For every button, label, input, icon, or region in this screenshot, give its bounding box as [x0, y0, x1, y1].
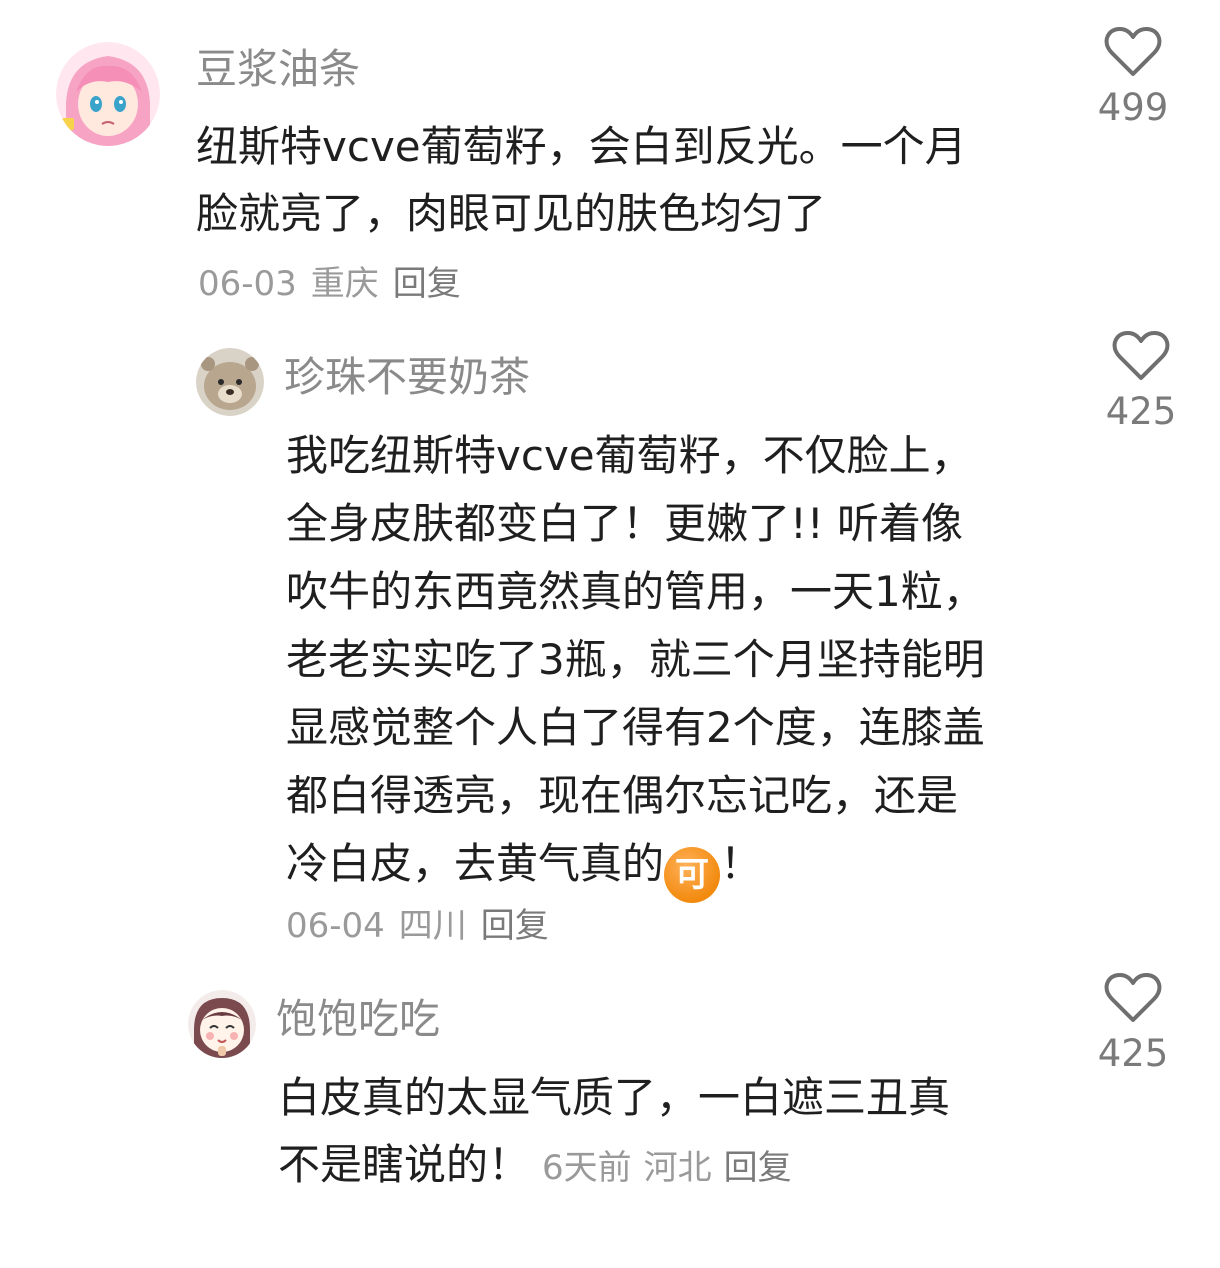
comment-meta: 06-04 四川 回复 [286, 904, 563, 948]
comment-location: 四川 [398, 906, 467, 946]
comment-meta: 06-03 重庆 回复 [198, 262, 475, 306]
comment-line: 不是瞎说的！ 6天前 河北 回复 [278, 1131, 1058, 1202]
comment-location: 重庆 [310, 264, 379, 304]
anime-pink-hair-avatar-icon [56, 42, 160, 146]
comment-line: 老老实实吃了3瓶，就三个月坚持能明 [286, 635, 985, 684]
username[interactable]: 豆浆油条 [196, 44, 360, 94]
comment-line: 都白得透亮，现在偶尔忘记吃，还是 [286, 771, 959, 820]
like-count: 425 [1105, 390, 1177, 433]
comment-meta: 6天前 河北 回复 [530, 1148, 792, 1188]
comment-text: 白皮真的太显气质了，一白遮三丑真 不是瞎说的！ 6天前 河北 回复 [278, 1064, 1058, 1202]
like-count: 425 [1097, 1032, 1169, 1075]
comment-line-text: 冷白皮，去黄气真的 [286, 839, 665, 888]
heart-icon [1104, 973, 1162, 1022]
comment-line-text: 不是瞎说的！ [278, 1140, 531, 1189]
comment-line-suffix: ！ [720, 839, 763, 888]
heart-icon [1104, 27, 1162, 76]
like-count: 499 [1097, 86, 1169, 129]
comment-line: 纽斯特vcve葡萄籽，会白到反光。一个月 [196, 122, 967, 171]
like-button[interactable]: 425 [1078, 972, 1188, 1076]
like-button[interactable]: 499 [1078, 26, 1188, 130]
avatar[interactable] [196, 348, 264, 416]
comment-line: 白皮真的太显气质了，一白遮三丑真 [278, 1073, 951, 1122]
plush-bear-avatar-icon [196, 348, 264, 416]
comment-location: 河北 [643, 1148, 712, 1188]
avatar[interactable] [56, 42, 160, 146]
comment-text: 纽斯特vcve葡萄籽，会白到反光。一个月 脸就亮了，肉眼可见的肤色均匀了 [196, 113, 1056, 247]
comment-date: 6天前 [542, 1148, 632, 1188]
avatar[interactable] [188, 990, 256, 1058]
comment-line: 冷白皮，去黄气真的可！ [286, 830, 1056, 903]
cartoon-girl-avatar-icon [188, 990, 256, 1058]
ke-emoji-icon: 可 [664, 847, 721, 903]
comment-line: 吹牛的东西竟然真的管用，一天1粒， [286, 567, 985, 616]
comment-line: 我吃纽斯特vcve葡萄籽，不仅脸上， [286, 431, 973, 480]
reply-button[interactable]: 回复 [481, 906, 549, 946]
comment-line: 脸就亮了，肉眼可见的肤色均匀了 [196, 189, 827, 238]
username[interactable]: 饱饱吃吃 [276, 994, 440, 1044]
comment-line: 全身皮肤都变白了！更嫩了!! 听着像 [286, 499, 964, 548]
comment-date: 06-04 [286, 906, 385, 946]
heart-icon [1112, 331, 1170, 380]
comment-text: 我吃纽斯特vcve葡萄籽，不仅脸上， 全身皮肤都变白了！更嫩了!! 听着像 吹牛… [286, 422, 1056, 903]
like-button[interactable]: 425 [1086, 330, 1196, 434]
comment-date: 06-03 [198, 264, 297, 304]
username[interactable]: 珍珠不要奶茶 [284, 352, 530, 402]
comment-line: 显感觉整个人白了得有2个度，连膝盖 [286, 703, 985, 752]
reply-button[interactable]: 回复 [724, 1148, 792, 1188]
reply-button[interactable]: 回复 [393, 264, 461, 304]
